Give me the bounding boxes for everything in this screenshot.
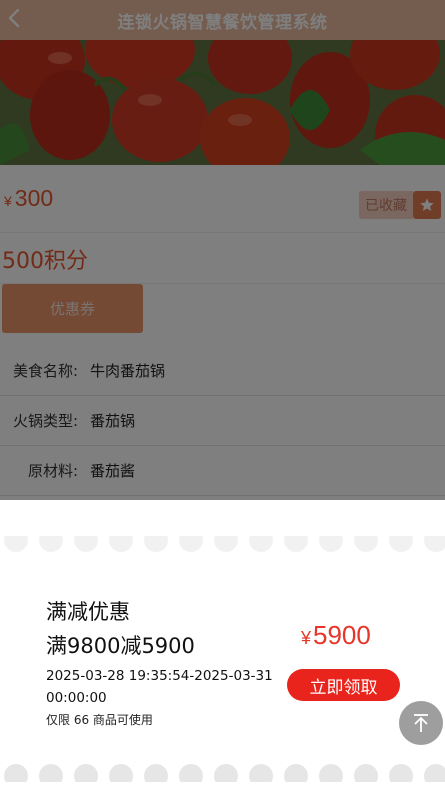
coupon-condition: 满9800减5900	[46, 634, 195, 658]
claim-coupon-button[interactable]: 立即领取	[287, 669, 400, 701]
back-to-top-button[interactable]	[399, 701, 443, 745]
coupon-amount-value: 5900	[313, 620, 371, 650]
coupon-popup: 满减优惠 满9800减5900 2025-03-28 19:35:54-2025…	[0, 500, 445, 795]
scallop-edge-top	[0, 530, 445, 554]
coupon-scope-note: 仅限 66 商品可使用	[46, 713, 153, 727]
coupon-amount: ¥5900	[301, 620, 371, 651]
coupon-validity: 2025-03-28 19:35:54-2025-03-31 00:00:00	[46, 668, 273, 706]
coupon-title: 满减优惠	[46, 600, 130, 624]
currency-symbol: ¥	[301, 628, 312, 648]
arrow-up-icon	[414, 714, 428, 732]
overlay-mask[interactable]	[0, 0, 445, 500]
scallop-edge-bottom	[0, 762, 445, 786]
